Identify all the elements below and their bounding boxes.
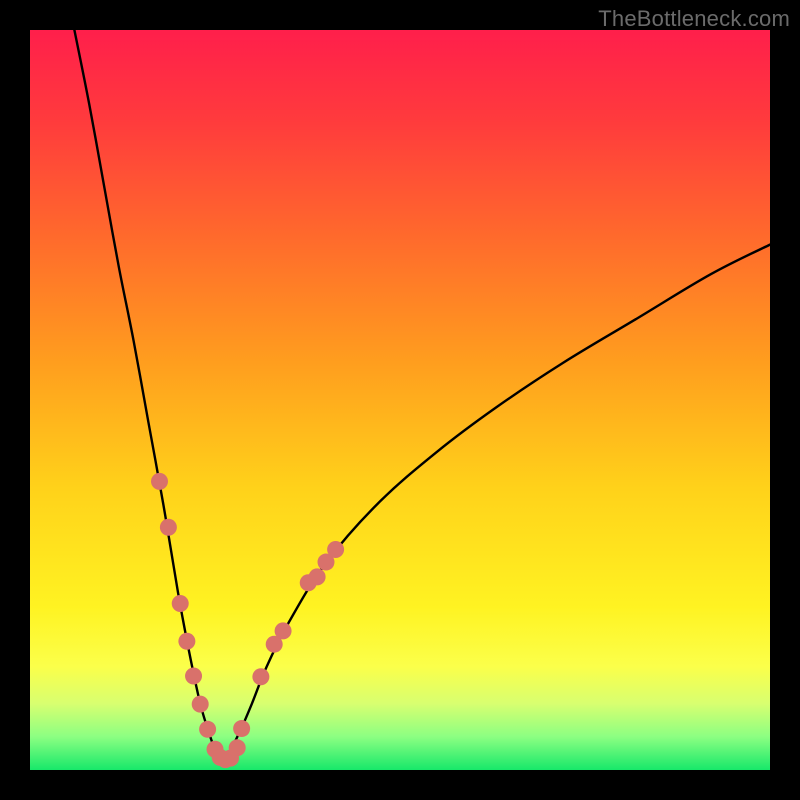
watermark-text: TheBottleneck.com: [598, 6, 790, 32]
data-marker: [199, 721, 216, 738]
data-marker: [160, 519, 177, 536]
data-marker: [172, 595, 189, 612]
data-marker: [275, 622, 292, 639]
plot-area: [30, 30, 770, 770]
data-marker: [252, 668, 269, 685]
data-marker: [229, 739, 246, 756]
data-markers: [151, 473, 344, 768]
data-marker: [178, 633, 195, 650]
curve-layer: [30, 30, 770, 770]
data-marker: [309, 568, 326, 585]
data-marker: [327, 541, 344, 558]
chart-frame: TheBottleneck.com: [0, 0, 800, 800]
data-marker: [192, 696, 209, 713]
curve-left-branch: [74, 30, 222, 763]
data-marker: [185, 668, 202, 685]
curve-right-branch: [222, 245, 770, 763]
data-marker: [233, 720, 250, 737]
data-marker: [151, 473, 168, 490]
